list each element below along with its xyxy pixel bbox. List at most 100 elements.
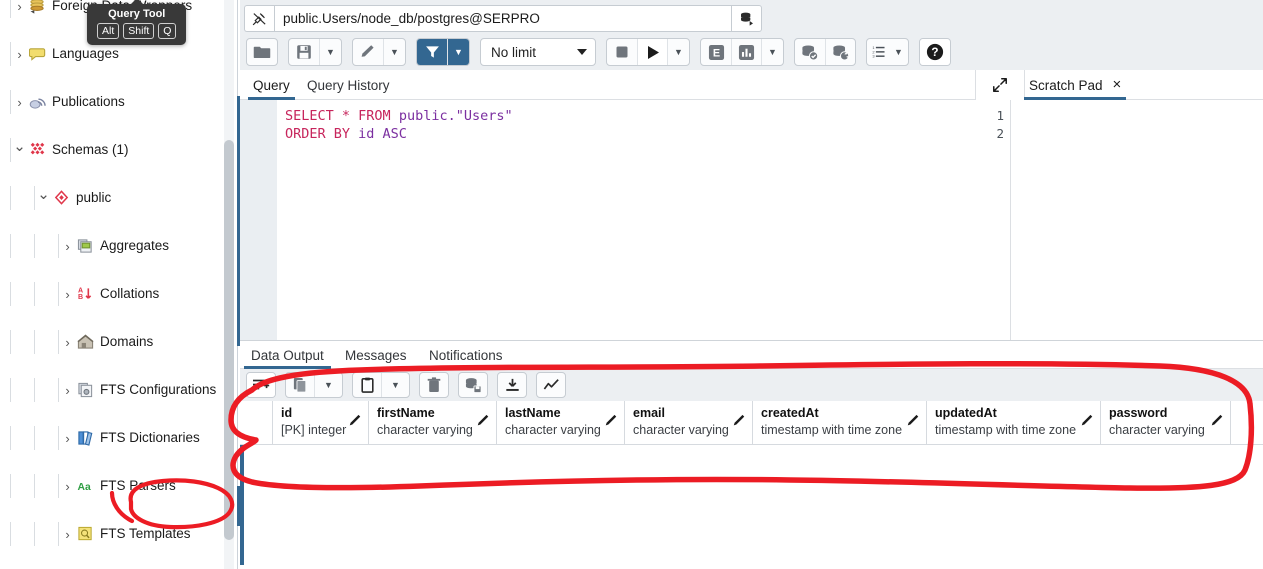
- edit-pencil-icon[interactable]: [906, 414, 920, 428]
- tree-item-schemas-1[interactable]: ⌄ Schemas (1): [0, 138, 237, 162]
- tab-notifications[interactable]: Notifications: [420, 341, 512, 369]
- tree-item-languages[interactable]: › Languages: [0, 42, 237, 66]
- chevron-right-icon[interactable]: ›: [60, 336, 75, 349]
- execute-dropdown[interactable]: ▼: [667, 39, 689, 65]
- add-row-button[interactable]: [247, 373, 275, 397]
- tree-item-collations[interactable]: › A B Collations: [0, 282, 237, 306]
- editor-code-line[interactable]: ORDER BY id ASC: [285, 126, 407, 142]
- filter-button[interactable]: [417, 39, 447, 65]
- edit-button[interactable]: [353, 39, 383, 65]
- tree-indent-guide: [10, 474, 11, 498]
- save-file-button[interactable]: [289, 39, 319, 65]
- edit-pencil-icon[interactable]: [348, 414, 362, 428]
- tree-indent-guide: [10, 234, 11, 258]
- tree-indent-guide: [58, 426, 59, 450]
- tab-scratch-pad[interactable]: Scratch Pad ×: [1020, 70, 1130, 100]
- tree-item-fts-configurations[interactable]: › FTS Configurations: [0, 378, 237, 402]
- schemas-icon: [27, 142, 47, 159]
- save-data-changes-icon: [465, 378, 481, 393]
- chevron-right-icon[interactable]: ›: [60, 240, 75, 253]
- scratch-pad-body[interactable]: [1011, 100, 1263, 340]
- column-header-id[interactable]: id [PK] integer: [273, 401, 369, 445]
- tab-messages[interactable]: Messages: [336, 341, 416, 369]
- edit-dropdown[interactable]: ▼: [383, 39, 405, 65]
- tree-indent-guide: [34, 282, 35, 306]
- tree-item-aggregates[interactable]: › Aggregates: [0, 234, 237, 258]
- commit-button[interactable]: [795, 39, 825, 65]
- explain-button[interactable]: E: [701, 39, 731, 65]
- edit-pencil-icon[interactable]: [476, 414, 490, 428]
- paste-button[interactable]: [353, 373, 381, 397]
- rollback-button[interactable]: [825, 39, 855, 65]
- edit-pencil-icon[interactable]: [604, 414, 618, 428]
- result-grid-header[interactable]: id [PK] integer firstName character varying…: [273, 401, 1263, 445]
- execute-button[interactable]: [637, 39, 667, 65]
- column-header-updatedat[interactable]: updatedAt timestamp with time zone: [927, 401, 1101, 445]
- object-tree[interactable]: ›Foreign Data Wrappers›Languages›Publica…: [0, 0, 237, 546]
- tree-item-label: Aggregates: [100, 238, 170, 254]
- connection-status-icon[interactable]: [244, 5, 274, 32]
- explain-dropdown[interactable]: ▼: [761, 39, 783, 65]
- paste-dropdown[interactable]: ▼: [381, 373, 409, 397]
- tree-item-publications[interactable]: › Publications: [0, 90, 237, 114]
- chevron-right-icon[interactable]: ›: [60, 480, 75, 493]
- language-icon: [27, 46, 47, 63]
- tab-query-history[interactable]: Query History: [298, 70, 399, 100]
- connection-database-button[interactable]: [732, 5, 762, 32]
- column-header-email[interactable]: email character varying: [625, 401, 753, 445]
- chevron-right-icon[interactable]: ›: [12, 96, 27, 109]
- tree-item-fts-templates[interactable]: › FTS Templates: [0, 522, 237, 546]
- column-header-lastname[interactable]: lastName character varying: [497, 401, 625, 445]
- open-file-button[interactable]: [247, 39, 277, 65]
- download-button[interactable]: [498, 373, 526, 397]
- column-header-password[interactable]: password character varying: [1101, 401, 1231, 445]
- expand-editor-button[interactable]: [975, 70, 1025, 100]
- object-browser-sidebar[interactable]: ›Foreign Data Wrappers›Languages›Publica…: [0, 0, 238, 569]
- macros-button[interactable]: 1 2 3 ▼: [867, 39, 908, 65]
- connection-string-field[interactable]: public.Users/node_db/postgres@SERPRO: [274, 5, 732, 32]
- chevron-right-icon[interactable]: ›: [12, 0, 27, 13]
- sidebar-scrollbar-thumb[interactable]: [224, 140, 234, 540]
- filter-dropdown[interactable]: ▼: [447, 39, 469, 65]
- save-data-button[interactable]: [459, 373, 487, 397]
- edit-pencil-icon[interactable]: [732, 414, 746, 428]
- copy-button[interactable]: [286, 373, 314, 397]
- chevron-down-icon[interactable]: ⌄: [12, 139, 27, 154]
- chevron-right-icon[interactable]: ›: [60, 288, 75, 301]
- tree-item-fts-dictionaries[interactable]: › FTS Dictionaries: [0, 426, 237, 450]
- tab-query[interactable]: Query: [244, 70, 299, 100]
- chevron-right-icon[interactable]: ›: [12, 48, 27, 61]
- result-grid-rownum-header[interactable]: [240, 401, 273, 445]
- chevron-right-icon[interactable]: ›: [60, 528, 75, 541]
- column-header-createdat[interactable]: createdAt timestamp with time zone: [753, 401, 927, 445]
- explain-analyze-button[interactable]: [731, 39, 761, 65]
- column-header-firstname[interactable]: firstName character varying: [369, 401, 497, 445]
- chevron-right-icon[interactable]: ›: [60, 432, 75, 445]
- help-button[interactable]: ?: [919, 39, 950, 65]
- result-grid[interactable]: id [PK] integer firstName character varying…: [240, 401, 1263, 569]
- row-limit-select[interactable]: No limit: [480, 38, 596, 66]
- chevron-down-icon: ▼: [326, 47, 335, 57]
- save-file-dropdown[interactable]: ▼: [319, 39, 341, 65]
- edit-pencil-icon[interactable]: [1210, 414, 1224, 428]
- tree-item-fts-parsers[interactable]: › Aa FTS Parsers: [0, 474, 237, 498]
- publication-icon: [29, 98, 46, 109]
- tree-item-domains[interactable]: › Domains: [0, 330, 237, 354]
- editor-code-line[interactable]: SELECT * FROM public."Users": [285, 108, 513, 124]
- tree-item-label: public: [76, 190, 112, 206]
- tree-indent-guide: [34, 234, 35, 258]
- chevron-down-icon[interactable]: ⌄: [36, 187, 51, 202]
- copy-dropdown[interactable]: ▼: [314, 373, 342, 397]
- expand-arrows-icon: [993, 78, 1007, 92]
- sql-editor[interactable]: 1 SELECT * FROM public."Users" 2 ORDER BY i…: [240, 100, 1011, 340]
- tree-item-public[interactable]: ⌄ public: [0, 186, 237, 210]
- graph-visualiser-button[interactable]: [537, 373, 565, 397]
- close-icon[interactable]: ×: [1113, 77, 1122, 92]
- chevron-down-icon: [577, 49, 587, 55]
- chevron-right-icon[interactable]: ›: [60, 384, 75, 397]
- stop-button[interactable]: [607, 39, 637, 65]
- tree-indent-guide: [58, 330, 59, 354]
- delete-row-button[interactable]: [420, 373, 448, 397]
- tab-data-output[interactable]: Data Output: [242, 341, 333, 369]
- edit-pencil-icon[interactable]: [1080, 414, 1094, 428]
